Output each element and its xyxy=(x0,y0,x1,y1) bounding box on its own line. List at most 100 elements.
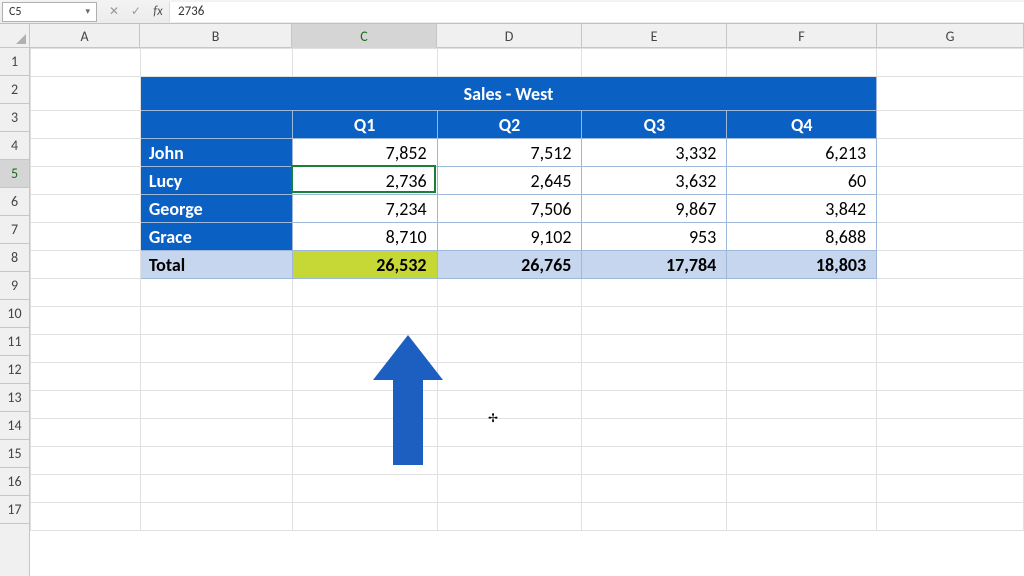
cell[interactable] xyxy=(727,475,877,503)
cell[interactable] xyxy=(582,475,727,503)
cell[interactable] xyxy=(140,363,292,391)
cell[interactable] xyxy=(31,49,141,77)
cell[interactable] xyxy=(292,419,437,447)
row-header-11[interactable]: 11 xyxy=(0,328,29,356)
cell[interactable] xyxy=(877,251,1024,279)
table-title[interactable]: Sales - West xyxy=(140,77,876,111)
cell[interactable] xyxy=(140,503,292,531)
cell[interactable] xyxy=(31,111,141,139)
col-header-B[interactable]: B xyxy=(140,24,292,48)
cell[interactable] xyxy=(877,363,1024,391)
chevron-down-icon[interactable]: ▾ xyxy=(85,6,90,17)
total-cell[interactable]: 26,765 xyxy=(437,251,582,279)
total-cell[interactable]: 17,784 xyxy=(582,251,727,279)
cell[interactable] xyxy=(292,335,437,363)
row-header-6[interactable]: 6 xyxy=(0,188,29,216)
data-cell[interactable]: 7,234 xyxy=(292,195,437,223)
col-header-D[interactable]: D xyxy=(437,24,582,48)
cell[interactable] xyxy=(31,195,141,223)
cell[interactable] xyxy=(727,363,877,391)
cell[interactable] xyxy=(727,391,877,419)
cell[interactable] xyxy=(31,391,141,419)
data-cell[interactable]: 9,102 xyxy=(437,223,582,251)
cell[interactable] xyxy=(31,223,141,251)
total-cell[interactable]: 18,803 xyxy=(727,251,877,279)
cell[interactable] xyxy=(292,391,437,419)
data-cell[interactable]: 7,512 xyxy=(437,139,582,167)
cell[interactable] xyxy=(877,77,1024,111)
data-cell[interactable]: 8,710 xyxy=(292,223,437,251)
row-header-13[interactable]: 13 xyxy=(0,384,29,412)
data-cell[interactable]: 3,632 xyxy=(582,167,727,195)
col-header-E[interactable]: E xyxy=(582,24,727,48)
header-q3[interactable]: Q3 xyxy=(582,111,727,139)
header-q2[interactable]: Q2 xyxy=(437,111,582,139)
cell[interactable] xyxy=(437,49,582,77)
cell[interactable] xyxy=(582,391,727,419)
cell[interactable] xyxy=(292,363,437,391)
data-cell[interactable]: 3,332 xyxy=(582,139,727,167)
cell[interactable] xyxy=(727,419,877,447)
data-cell[interactable]: 7,852 xyxy=(292,139,437,167)
col-header-A[interactable]: A xyxy=(30,24,140,48)
cell[interactable] xyxy=(31,167,141,195)
cell[interactable] xyxy=(582,503,727,531)
data-cell[interactable]: 7,506 xyxy=(437,195,582,223)
cell[interactable] xyxy=(727,49,877,77)
cell[interactable] xyxy=(140,391,292,419)
col-header-G[interactable]: G xyxy=(877,24,1024,48)
col-header-C[interactable]: C xyxy=(292,24,437,48)
cell[interactable] xyxy=(31,475,141,503)
cell[interactable] xyxy=(31,419,141,447)
header-q4[interactable]: Q4 xyxy=(727,111,877,139)
cell[interactable] xyxy=(140,447,292,475)
cell[interactable] xyxy=(582,307,727,335)
row-header-5[interactable]: 5 xyxy=(0,160,29,188)
cell[interactable] xyxy=(437,447,582,475)
row-header-16[interactable]: 16 xyxy=(0,468,29,496)
cell[interactable] xyxy=(877,111,1024,139)
col-header-F[interactable]: F xyxy=(727,24,877,48)
cell[interactable] xyxy=(437,335,582,363)
cell[interactable] xyxy=(877,391,1024,419)
header-q1[interactable]: Q1 xyxy=(292,111,437,139)
cell[interactable] xyxy=(437,363,582,391)
data-cell[interactable]: 8,688 xyxy=(727,223,877,251)
cell[interactable] xyxy=(877,503,1024,531)
cancel-icon[interactable]: ✕ xyxy=(103,2,125,22)
name-box[interactable]: C5 ▾ xyxy=(2,2,97,22)
cell[interactable] xyxy=(292,475,437,503)
cell[interactable] xyxy=(877,335,1024,363)
row-header-15[interactable]: 15 xyxy=(0,440,29,468)
row-header-17[interactable]: 17 xyxy=(0,496,29,524)
cell[interactable] xyxy=(437,475,582,503)
cell[interactable] xyxy=(292,49,437,77)
cell[interactable] xyxy=(140,49,292,77)
data-cell[interactable]: 60 xyxy=(727,167,877,195)
row-name[interactable]: Grace xyxy=(140,223,292,251)
cell[interactable] xyxy=(31,279,141,307)
cell[interactable] xyxy=(582,279,727,307)
total-cell[interactable]: 26,532 xyxy=(292,251,437,279)
cell[interactable] xyxy=(31,335,141,363)
cell[interactable] xyxy=(292,447,437,475)
cell[interactable] xyxy=(727,447,877,475)
cell[interactable] xyxy=(31,307,141,335)
select-all-button[interactable] xyxy=(0,24,30,48)
row-header-10[interactable]: 10 xyxy=(0,300,29,328)
cell[interactable] xyxy=(582,363,727,391)
cell[interactable] xyxy=(582,335,727,363)
cell[interactable] xyxy=(292,279,437,307)
cell[interactable] xyxy=(140,419,292,447)
cell[interactable] xyxy=(877,307,1024,335)
row-header-12[interactable]: 12 xyxy=(0,356,29,384)
cell[interactable] xyxy=(31,139,141,167)
cell[interactable] xyxy=(877,223,1024,251)
data-cell[interactable]: 2,645 xyxy=(437,167,582,195)
data-cell[interactable]: 2,736 xyxy=(292,167,437,195)
header-blank[interactable] xyxy=(140,111,292,139)
cell[interactable] xyxy=(877,475,1024,503)
row-header-4[interactable]: 4 xyxy=(0,132,29,160)
cell[interactable] xyxy=(877,279,1024,307)
formula-input[interactable]: 2736 xyxy=(169,2,1024,22)
